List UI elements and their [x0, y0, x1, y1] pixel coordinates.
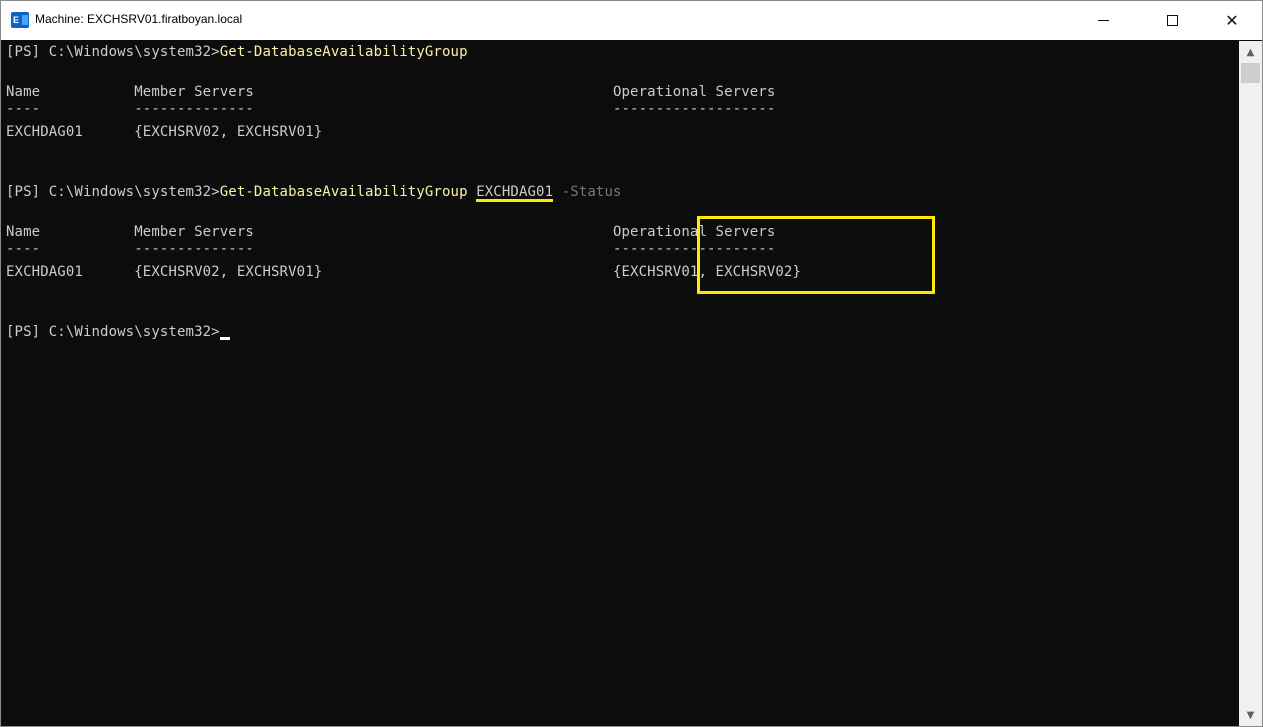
table-row: EXCHDAG01 {EXCHSRV02, EXCHSRV01} {EXCHSR…: [6, 264, 802, 280]
powershell-window: E Machine: EXCHSRV01.firatboyan.local ✕ …: [0, 0, 1263, 727]
exchange-management-shell-icon: E: [11, 12, 29, 28]
table-divider: ---- -------------- -------------------: [6, 101, 776, 117]
maximize-icon: [1166, 15, 1178, 26]
prompt: [PS] C:\Windows\system32>: [6, 184, 220, 200]
table-divider: ---- -------------- -------------------: [6, 241, 776, 257]
scroll-down-button[interactable]: ▼: [1239, 706, 1262, 724]
text-cursor: [219, 337, 230, 340]
scroll-thumb[interactable]: [1241, 63, 1260, 83]
operational-servers-highlight: [697, 216, 935, 294]
command-line: [PS] C:\Windows\system32>Get-DatabaseAva…: [6, 182, 622, 202]
table-row: EXCHDAG01 {EXCHSRV02, EXCHSRV01}: [6, 124, 323, 140]
chevron-up-icon: ▲: [1246, 46, 1255, 58]
chevron-down-icon: ▼: [1246, 709, 1255, 721]
title-bar[interactable]: E Machine: EXCHSRV01.firatboyan.local ✕: [1, 1, 1262, 40]
close-icon: ✕: [1225, 11, 1239, 30]
command: Get-DatabaseAvailabilityGroup: [219, 184, 468, 200]
scroll-up-button[interactable]: ▲: [1239, 43, 1262, 61]
console-output[interactable]: [PS] C:\Windows\system32>Get-DatabaseAva…: [1, 41, 1239, 726]
dag-name-argument: EXCHDAG01: [476, 184, 554, 200]
command: Get-DatabaseAvailabilityGroup: [219, 44, 468, 60]
maximize-button[interactable]: [1149, 1, 1195, 40]
current-prompt-line[interactable]: [PS] C:\Windows\system32>: [6, 322, 230, 342]
window-title: Machine: EXCHSRV01.firatboyan.local: [35, 12, 243, 26]
prompt: [PS] C:\Windows\system32>: [6, 324, 220, 340]
minimize-icon: [1097, 20, 1109, 21]
prompt: [PS] C:\Windows\system32>: [6, 44, 220, 60]
status-parameter: -Status: [561, 184, 622, 200]
minimize-button[interactable]: [1080, 1, 1126, 40]
close-button[interactable]: ✕: [1209, 1, 1255, 40]
vertical-scrollbar[interactable]: ▲ ▼: [1239, 41, 1262, 726]
command-line: [PS] C:\Windows\system32>Get-DatabaseAva…: [6, 42, 468, 62]
